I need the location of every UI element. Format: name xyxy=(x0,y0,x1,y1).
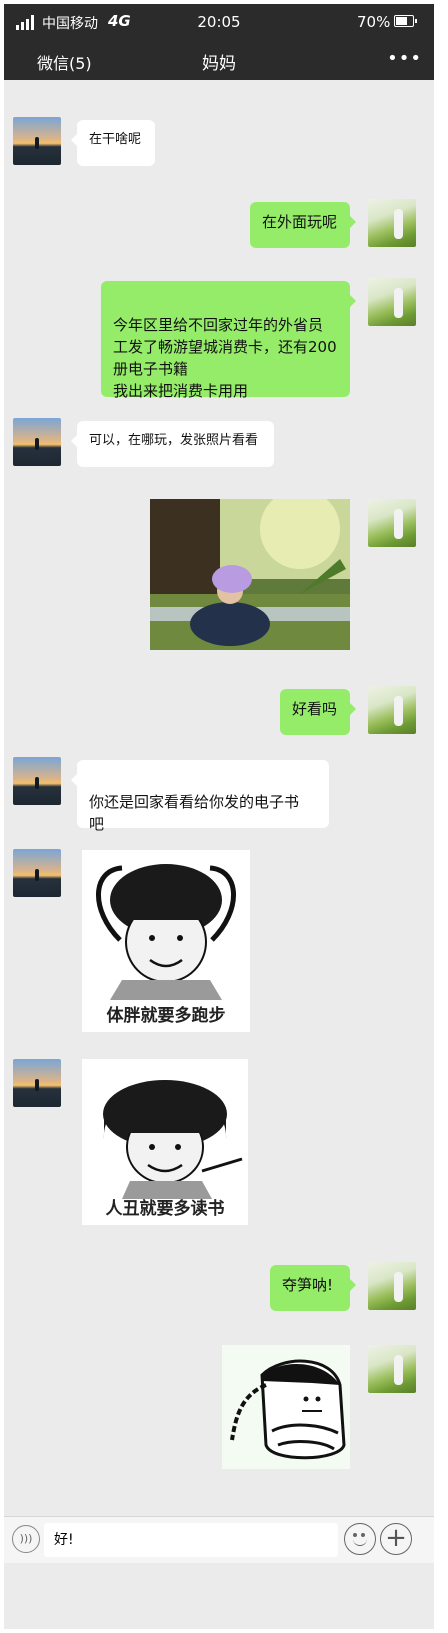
battery-icon xyxy=(394,15,417,27)
message-text: 夺笋呐! xyxy=(282,1276,334,1294)
more-icon[interactable]: ••• xyxy=(387,48,422,69)
cartoon-doodle-illustration xyxy=(230,1359,346,1460)
message-input[interactable]: 好! xyxy=(44,1523,338,1557)
photo-message[interactable] xyxy=(150,499,350,650)
status-bar: 中国移动 4G 20:05 70% xyxy=(4,4,434,40)
message-text: 在干啥呢 xyxy=(89,132,142,147)
photo-girl-in-park xyxy=(150,499,350,650)
battery-percent: 70% xyxy=(357,13,391,31)
message-bubble-outgoing[interactable]: 在外面玩呢 xyxy=(250,202,356,248)
input-bar: ))) 好! + xyxy=(4,1516,434,1563)
self-avatar[interactable] xyxy=(368,1262,416,1310)
chat-screen: 中国移动 4G 20:05 70% 微信(5) 妈妈 ••• 在干啥呢 在外面玩… xyxy=(4,4,434,1629)
message-text: 今年区里给不回家过年的外省员 工发了畅游望城消费卡，还有200 册电子书籍 我出… xyxy=(113,316,337,400)
chat-title: 妈妈 xyxy=(202,54,236,74)
contact-avatar[interactable] xyxy=(13,757,61,805)
message-text: 可以，在哪玩，发张照片看看 xyxy=(89,433,259,448)
message-bubble-outgoing[interactable]: 今年区里给不回家过年的外省员 工发了畅游望城消费卡，还有200 册电子书籍 我出… xyxy=(101,281,356,400)
self-avatar[interactable] xyxy=(368,278,416,326)
sticker-message[interactable]: 体胖就要多跑步 xyxy=(82,850,250,1032)
contact-avatar[interactable] xyxy=(13,117,61,165)
message-bubble-incoming[interactable]: 在干啥呢 xyxy=(71,120,155,166)
message-bubble-outgoing[interactable]: 夺笋呐! xyxy=(270,1265,356,1311)
contact-avatar[interactable] xyxy=(13,849,61,897)
contact-avatar[interactable] xyxy=(13,418,61,466)
message-bubble-incoming[interactable]: 你还是回家看看给你发的电子书 吧 xyxy=(71,760,329,833)
emoji-icon[interactable] xyxy=(344,1523,376,1555)
sticker-message[interactable] xyxy=(222,1345,350,1469)
message-bubble-incoming[interactable]: 可以，在哪玩，发张照片看看 xyxy=(71,421,274,467)
self-avatar[interactable] xyxy=(368,499,416,547)
sticker-caption: 人丑就要多读书 xyxy=(105,1199,225,1219)
self-avatar[interactable] xyxy=(368,1345,416,1393)
message-text: 好看吗 xyxy=(292,700,338,718)
contact-avatar[interactable] xyxy=(13,1059,61,1107)
message-text: 你还是回家看看给你发的电子书 吧 xyxy=(89,793,300,833)
title-bar: 微信(5) 妈妈 ••• xyxy=(4,40,434,80)
self-avatar[interactable] xyxy=(368,686,416,734)
sticker-caption: 体胖就要多跑步 xyxy=(106,1006,226,1026)
voice-icon[interactable]: ))) xyxy=(12,1525,40,1553)
sticker-message[interactable]: 人丑就要多读书 xyxy=(82,1059,248,1225)
message-bubble-outgoing[interactable]: 好看吗 xyxy=(280,689,356,735)
message-text: 在外面玩呢 xyxy=(262,213,338,231)
plus-icon[interactable]: + xyxy=(380,1523,412,1555)
self-avatar[interactable] xyxy=(368,199,416,247)
